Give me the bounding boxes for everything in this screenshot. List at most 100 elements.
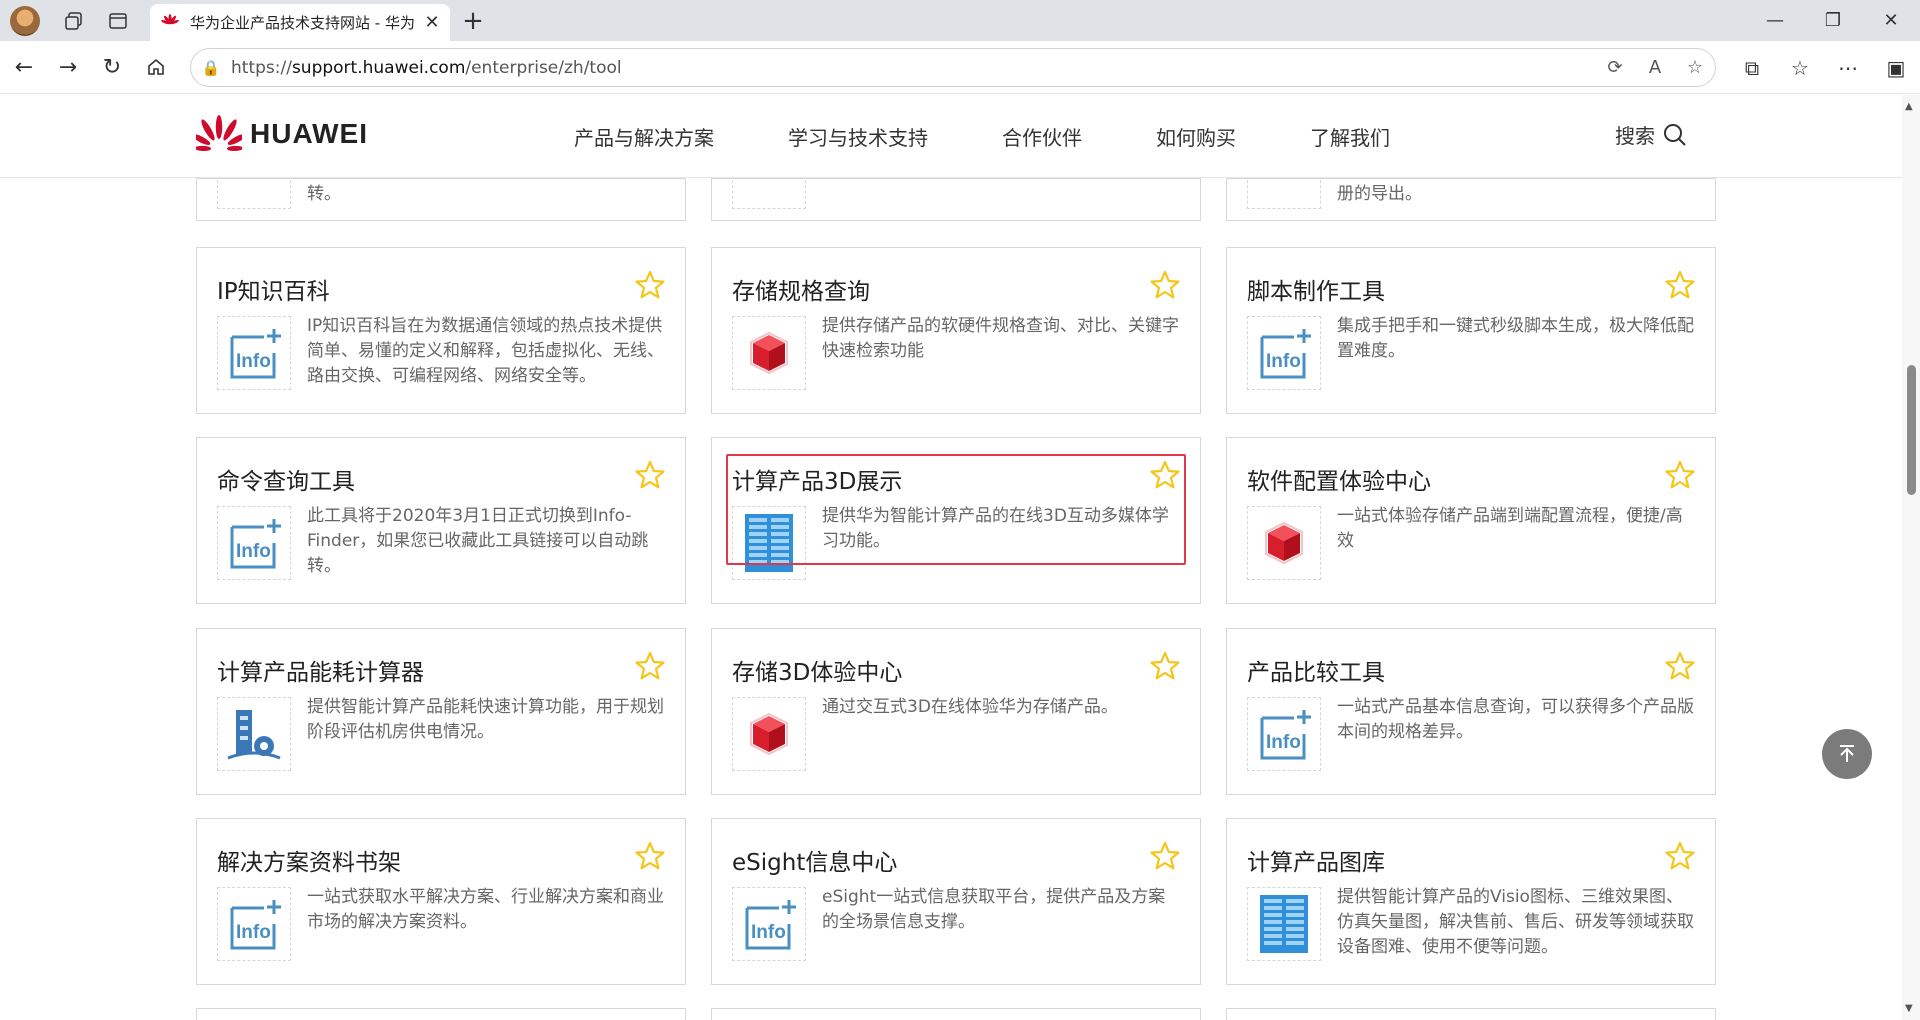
- vertical-tabs-icon[interactable]: [96, 0, 140, 41]
- favorite-star-icon[interactable]: [1665, 460, 1695, 490]
- card-description: 此工具将于2020年3月1日正式切换到Info-Finder，如果您已收藏此工具…: [307, 506, 649, 576]
- back-icon[interactable]: ←: [2, 47, 46, 87]
- favorite-star-icon[interactable]: ☆: [1675, 57, 1715, 78]
- refresh-icon[interactable]: ↻: [90, 47, 134, 87]
- card-description: eSight一站式信息获取平台，提供产品及方案的全场景信息支撑。: [822, 887, 1166, 932]
- card-title: 脚本制作工具: [1247, 279, 1385, 305]
- card-description: 通过交互式3D在线体验华为存储产品。: [822, 697, 1118, 717]
- minimize-icon[interactable]: —: [1746, 0, 1804, 41]
- tool-card[interactable]: IP知识百科 Info IP知识百科旨在为数据通信领域的热点技术提供简单、易懂的…: [196, 247, 686, 414]
- favorite-star-icon[interactable]: [1150, 270, 1180, 300]
- page-viewport: HUAWEI 产品与解决方案 学习与技术支持 合作伙伴 如何购买 了解我们 搜索…: [0, 95, 1902, 1020]
- extensions-icon[interactable]: ⧉: [1728, 56, 1776, 80]
- favorite-star-icon[interactable]: [635, 270, 665, 300]
- nav-products[interactable]: 产品与解决方案: [574, 122, 714, 151]
- card-description: 提供华为智能计算产品的在线3D互动多媒体学习功能。: [822, 506, 1169, 551]
- scroll-thumb[interactable]: [1907, 365, 1916, 495]
- favorite-star-icon[interactable]: [1150, 841, 1180, 871]
- tool-card[interactable]: 产品比较工具 Info 一站式产品基本信息查询，可以获得多个产品版本间的规格差异…: [1226, 628, 1716, 795]
- page-scrollbar[interactable]: ▲ ▼: [1902, 95, 1920, 1020]
- svg-text:Info: Info: [236, 922, 271, 943]
- tool-card[interactable]: 存储3D体验中心 通过交互式3D在线体验华为存储产品。: [711, 628, 1201, 795]
- card-description: 一站式产品基本信息查询，可以获得多个产品版本间的规格差异。: [1337, 697, 1694, 742]
- card-title: eSight信息中心: [732, 850, 898, 876]
- cube-icon: [1247, 506, 1321, 580]
- card-title: 命令查询工具: [217, 469, 355, 495]
- tool-card-partial[interactable]: [711, 159, 1201, 221]
- info-icon: Info: [1247, 697, 1321, 771]
- main-nav: 产品与解决方案 学习与技术支持 合作伙伴 如何购买 了解我们: [574, 122, 1464, 151]
- tab-title: 华为企业产品技术支持网站 - 华为: [190, 14, 415, 32]
- favorite-star-icon[interactable]: [1665, 841, 1695, 871]
- sidebar-icon[interactable]: ▣: [1872, 56, 1920, 80]
- active-tab[interactable]: 华为企业产品技术支持网站 - 华为 ✕: [150, 4, 450, 41]
- favorite-star-icon[interactable]: [635, 460, 665, 490]
- close-window-icon[interactable]: ✕: [1862, 0, 1920, 41]
- tool-card-partial[interactable]: [196, 1008, 686, 1020]
- tool-card[interactable]: 计算产品图库 提供智能计算产品的Visio图标、三维效果图、仿真矢量图，解决售前…: [1226, 818, 1716, 985]
- read-aloud-icon[interactable]: A: [1635, 57, 1675, 78]
- scroll-down-icon[interactable]: ▼: [1905, 1003, 1913, 1014]
- profile-avatar[interactable]: [10, 5, 40, 36]
- cube-icon: [732, 316, 806, 390]
- new-tab-button[interactable]: +: [455, 4, 491, 38]
- app-available-icon[interactable]: ⟳: [1595, 57, 1635, 78]
- nav-learning[interactable]: 学习与技术支持: [788, 122, 928, 151]
- favorite-star-icon[interactable]: [635, 651, 665, 681]
- tool-card[interactable]: 解决方案资料书架 Info 一站式获取水平解决方案、行业解决方案和商业市场的解决…: [196, 818, 686, 985]
- arrow-up-icon: [1840, 745, 1854, 762]
- favorite-star-icon[interactable]: [1150, 460, 1180, 490]
- forward-icon[interactable]: →: [46, 47, 90, 87]
- svg-text:Info: Info: [236, 541, 271, 562]
- server-icon: [732, 506, 806, 580]
- back-to-top-button[interactable]: [1822, 729, 1872, 779]
- tool-card[interactable]: eSight信息中心 Info eSight一站式信息获取平台，提供产品及方案的…: [711, 818, 1201, 985]
- more-icon[interactable]: ⋯: [1824, 56, 1872, 80]
- tool-card[interactable]: 命令查询工具 Info 此工具将于2020年3月1日正式切换到Info-Find…: [196, 437, 686, 604]
- site-header: HUAWEI 产品与解决方案 学习与技术支持 合作伙伴 如何购买 了解我们 搜索: [0, 95, 1902, 178]
- card-title: 软件配置体验中心: [1247, 469, 1431, 495]
- nav-about[interactable]: 了解我们: [1310, 122, 1390, 151]
- tool-card[interactable]: 软件配置体验中心 一站式体验存储产品端到端配置流程，便捷/高效: [1226, 437, 1716, 604]
- tool-card-partial[interactable]: 转。: [196, 159, 686, 221]
- svg-text:Info: Info: [751, 922, 786, 943]
- card-title: 产品比较工具: [1247, 660, 1385, 686]
- nav-how-to-buy[interactable]: 如何购买: [1156, 122, 1236, 151]
- card-description: 提供智能计算产品能耗快速计算功能，用于规划阶段评估机房供电情况。: [307, 697, 664, 742]
- tool-card-partial[interactable]: [711, 1008, 1201, 1020]
- lock-icon[interactable]: 🔒: [191, 59, 231, 77]
- card-description: 一站式获取水平解决方案、行业解决方案和商业市场的解决方案资料。: [307, 887, 664, 932]
- favorite-star-icon[interactable]: [1665, 270, 1695, 300]
- card-title: IP知识百科: [217, 279, 330, 305]
- tool-card[interactable]: 脚本制作工具 Info 集成手把手和一键式秒级脚本生成，极大降低配置难度。: [1226, 247, 1716, 414]
- favorite-star-icon[interactable]: [1150, 651, 1180, 681]
- card-title: 解决方案资料书架: [217, 850, 401, 876]
- tool-card-partial[interactable]: 册的导出。: [1226, 159, 1716, 221]
- nav-partners[interactable]: 合作伙伴: [1002, 122, 1082, 151]
- favorite-star-icon[interactable]: [635, 841, 665, 871]
- workspaces-icon[interactable]: [52, 0, 96, 41]
- svg-text:Info: Info: [1266, 732, 1301, 753]
- tool-card[interactable]: 计算产品能耗计算器 提供智能计算产品能耗快速计算功能，用于规划阶段评估机房供电情…: [196, 628, 686, 795]
- search-button[interactable]: 搜索: [1615, 120, 1687, 149]
- scroll-up-icon[interactable]: ▲: [1905, 101, 1913, 112]
- card-title: 存储3D体验中心: [732, 660, 903, 686]
- close-tab-icon[interactable]: ✕: [420, 12, 444, 33]
- server-icon: [1247, 887, 1321, 961]
- tool-card[interactable]: 计算产品3D展示 提供华为智能计算产品的在线3D互动多媒体学习功能。: [711, 437, 1201, 604]
- favorite-star-icon[interactable]: [1665, 651, 1695, 681]
- url-text: https://support.huawei.com/enterprise/zh…: [231, 57, 622, 78]
- cube-icon: [732, 697, 806, 771]
- favorites-icon[interactable]: ☆: [1776, 56, 1824, 80]
- info-icon: Info: [217, 506, 291, 580]
- huawei-logo[interactable]: HUAWEI: [196, 115, 368, 153]
- card-description: IP知识百科旨在为数据通信领域的热点技术提供简单、易懂的定义和解释，包括虚拟化、…: [307, 316, 664, 386]
- card-description: 集成手把手和一键式秒级脚本生成，极大降低配置难度。: [1337, 316, 1694, 361]
- tool-card-partial[interactable]: [1226, 1008, 1716, 1020]
- url-field[interactable]: 🔒 https://support.huawei.com/enterprise/…: [190, 48, 1716, 87]
- restore-icon[interactable]: ❐: [1804, 0, 1862, 41]
- tool-card[interactable]: 存储规格查询 提供存储产品的软硬件规格查询、对比、关键字快速检索功能: [711, 247, 1201, 414]
- home-icon[interactable]: [134, 47, 178, 87]
- card-description: 提供智能计算产品的Visio图标、三维效果图、仿真矢量图，解决售前、售后、研发等…: [1337, 887, 1694, 957]
- huawei-favicon-icon: [161, 13, 179, 24]
